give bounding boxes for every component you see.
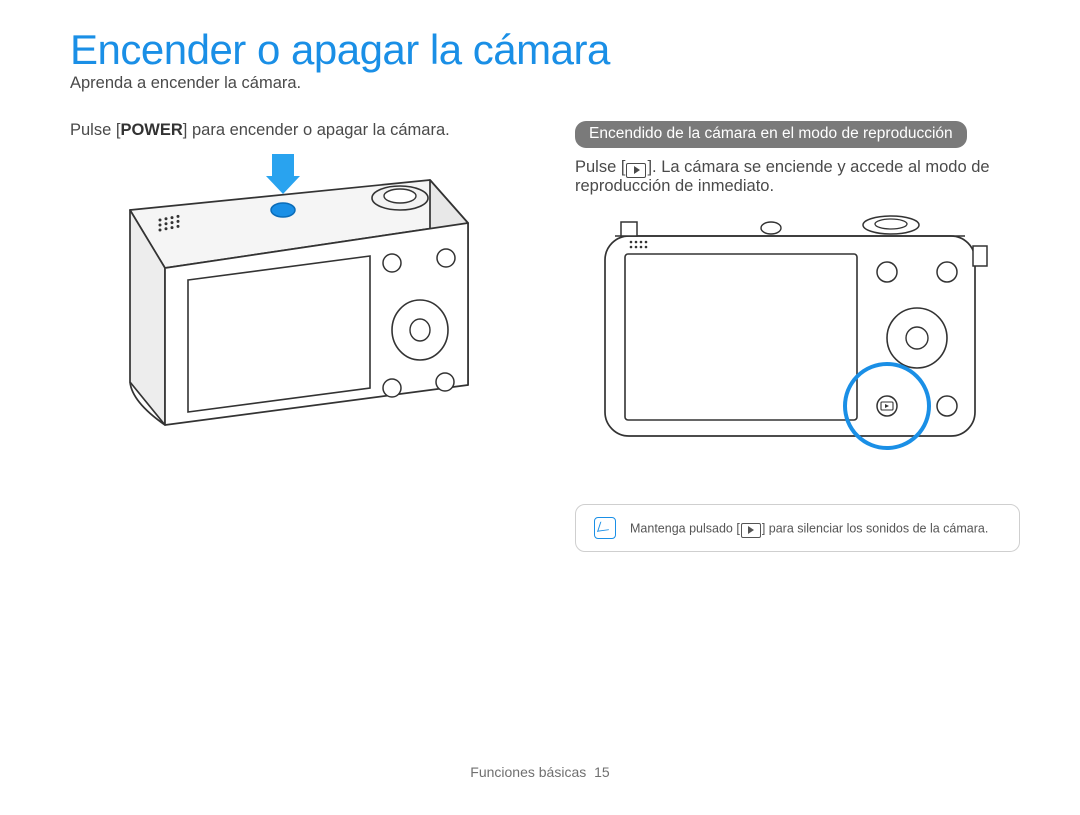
playback-mode-heading: Encendido de la cámara en el modo de rep… bbox=[575, 121, 967, 148]
note-text-prefix: Mantenga pulsado [ bbox=[630, 521, 740, 535]
footer-page-number: 15 bbox=[594, 764, 610, 780]
camera-illustration-playback bbox=[575, 206, 1005, 466]
playback-button-on-camera bbox=[877, 396, 897, 416]
left-instruction: Pulse [POWER] para encender o apagar la … bbox=[70, 121, 515, 140]
footer-section: Funciones básicas bbox=[470, 764, 586, 780]
right-column: Encendido de la cámara en el modo de rep… bbox=[575, 121, 1020, 552]
right-instruction-prefix: Pulse [ bbox=[575, 158, 625, 176]
camera-playback-figure bbox=[575, 206, 1005, 466]
camera-power-figure bbox=[70, 150, 500, 440]
two-column-layout: Pulse [POWER] para encender o apagar la … bbox=[70, 121, 1020, 552]
power-keyword: POWER bbox=[120, 121, 182, 139]
note-icon bbox=[594, 517, 616, 539]
note-text-suffix: ] para silenciar los sonidos de la cámar… bbox=[762, 521, 989, 535]
play-icon bbox=[741, 523, 761, 538]
page-title: Encender o apagar la cámara bbox=[70, 28, 1020, 72]
left-instruction-suffix: ] para encender o apagar la cámara. bbox=[183, 121, 450, 139]
page: Encender o apagar la cámara Aprenda a en… bbox=[0, 0, 1080, 815]
left-column: Pulse [POWER] para encender o apagar la … bbox=[70, 121, 515, 552]
camera-illustration-power bbox=[70, 150, 500, 440]
page-subtitle: Aprenda a encender la cámara. bbox=[70, 74, 1020, 93]
note-text: Mantenga pulsado [ ] para silenciar los s… bbox=[630, 521, 988, 536]
left-instruction-prefix: Pulse [ bbox=[70, 121, 120, 139]
right-instruction: Pulse []. La cámara se enciende y accede… bbox=[575, 158, 1020, 196]
power-arrow-icon bbox=[266, 154, 300, 194]
page-footer: Funciones básicas 15 bbox=[0, 764, 1080, 780]
play-icon bbox=[626, 163, 646, 178]
note-box: Mantenga pulsado [ ] para silenciar los s… bbox=[575, 504, 1020, 552]
